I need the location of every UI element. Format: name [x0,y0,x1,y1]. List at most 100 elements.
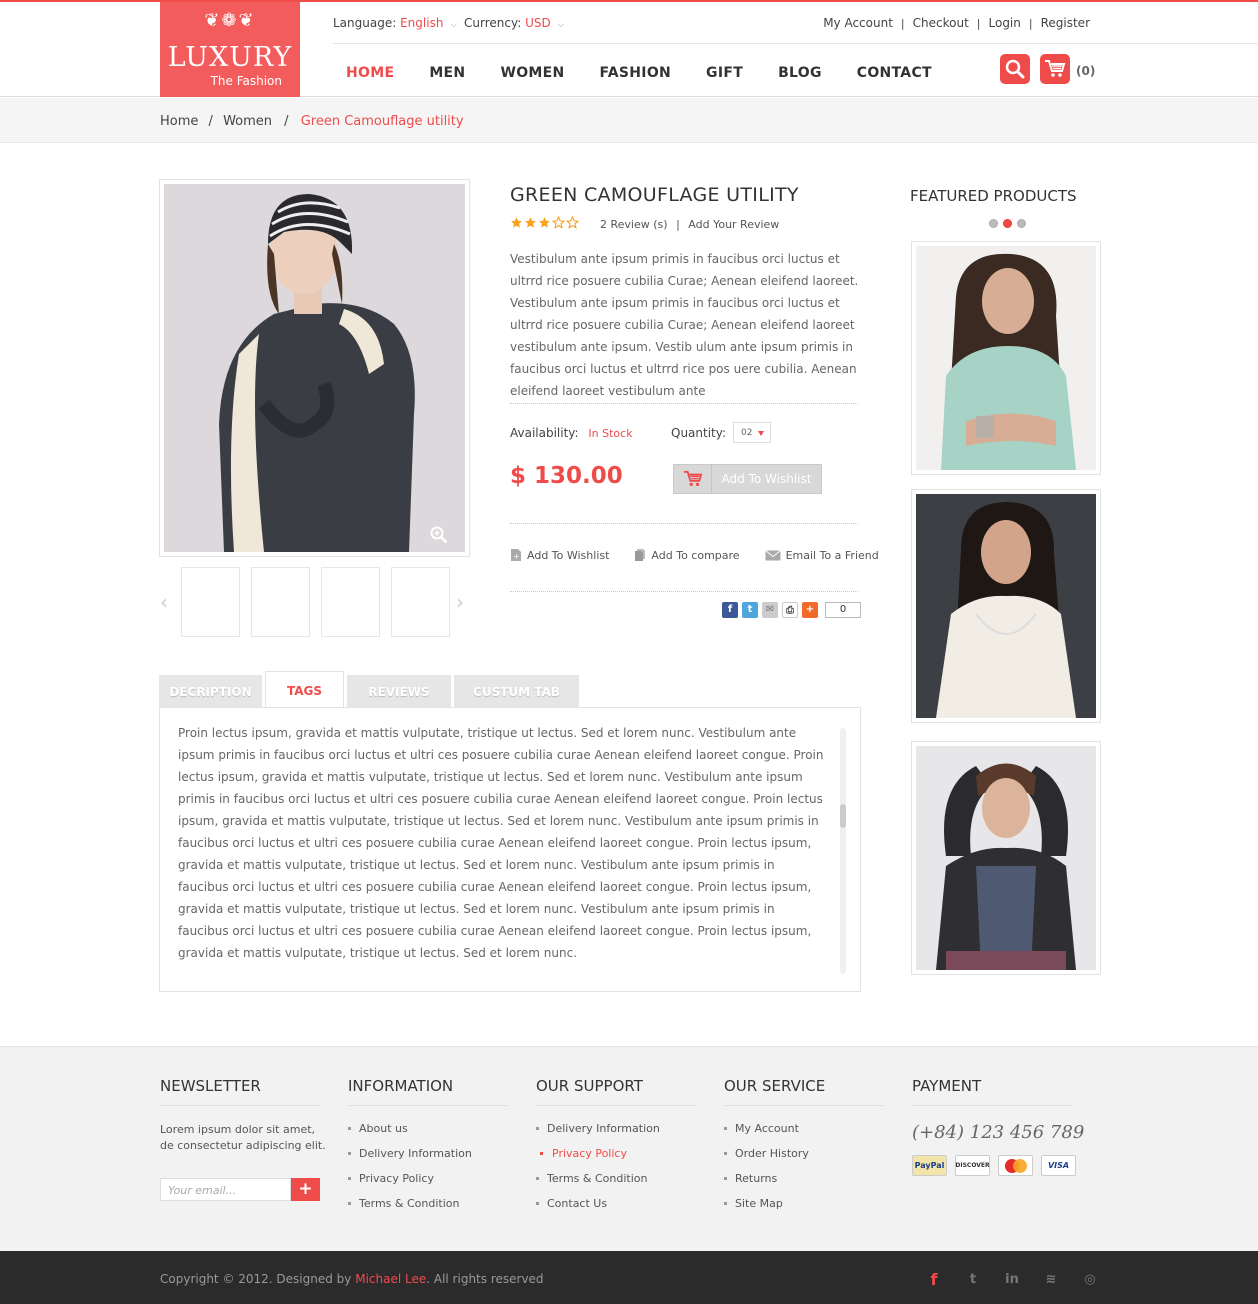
nav-item-men[interactable]: MEN [429,65,465,81]
newsletter-text: Lorem ipsum dolor sit amet, de consectet… [160,1123,326,1152]
footer-link[interactable]: Contact Us [536,1191,696,1216]
tab-description[interactable]: DECRIPTION [159,675,262,708]
twitter-share-icon[interactable]: t [742,602,758,618]
compare-link[interactable]: Add To compare [634,548,740,562]
rights-text: . All rights reserved [426,1272,544,1286]
product-price: $ 130.00 [510,463,623,489]
chevron-down-icon: ⌵ [557,20,565,30]
footer-link[interactable]: Terms & Condition [348,1191,508,1216]
featured-product-2[interactable] [911,489,1101,723]
scrollbar-thumb[interactable] [840,804,846,828]
nav-item-blog[interactable]: BLOG [778,65,822,81]
footer-link[interactable]: Delivery Information [348,1141,508,1166]
breadcrumb-bar: Home / Women / Green Camouflage utility [0,98,1258,143]
tab-custom[interactable]: CUSTUM TAB [454,675,579,708]
footer-link[interactable]: Order History [724,1141,884,1166]
breadcrumb-current: Green Camouflage utility [300,114,464,129]
cart-icon [674,465,712,493]
thumb-prev-icon[interactable]: ‹ [160,590,168,614]
footer-link[interactable]: Terms & Condition [536,1166,696,1191]
separator: | [676,218,680,231]
star-full-icon [525,217,536,228]
add-review-link[interactable]: Add Your Review [688,218,779,231]
featured-product-1[interactable] [911,241,1101,475]
nav-item-gift[interactable]: GIFT [706,65,743,81]
thumb-next-icon[interactable]: › [456,590,464,614]
main-nav: HOME MEN WOMEN FASHION GIFT BLOG CONTACT [346,65,932,81]
more-share-icon[interactable]: + [802,602,818,618]
add-to-wishlist-button[interactable]: Add To Wishlist [673,464,822,494]
thumbnail[interactable] [391,567,450,637]
site-logo[interactable]: ❦❁❦ LUXURY The Fashion [160,2,300,97]
carousel-dot-active[interactable] [1003,219,1012,228]
currency-selector[interactable]: Currency: USD ⌵ [464,16,564,30]
product-main-image[interactable] [159,179,470,557]
tab-tags[interactable]: TAGS [265,671,344,708]
quantity-value: 02 [741,428,753,438]
breadcrumb-separator: / [284,114,289,129]
nav-item-home[interactable]: HOME [346,65,394,81]
footer-link-hovered[interactable]: Privacy Policy [536,1141,696,1166]
copyright: Copyright © 2012. Designed by Michael Le… [160,1272,544,1286]
nav-item-contact[interactable]: CONTACT [857,65,932,81]
quantity-select[interactable]: 02 [733,422,771,443]
print-share-icon[interactable]: ⎙ [782,602,798,618]
email-friend-link[interactable]: Email To a Friend [764,548,879,562]
tab-scrollbar[interactable] [840,728,846,974]
footer-link[interactable]: Site Map [724,1191,884,1216]
tab-content: Proin lectus ipsum, gravida et mattis vu… [178,726,824,960]
breadcrumb-home[interactable]: Home [160,114,198,129]
envelope-icon [764,549,781,560]
product-description: Vestibulum ante ipsum primis in faucibus… [510,252,859,398]
designer-link[interactable]: Michael Lee [355,1272,426,1286]
dribbble-icon[interactable]: ◎ [1082,1272,1098,1287]
twitter-icon[interactable]: t [965,1272,981,1287]
cart-button[interactable] [1040,54,1070,84]
carousel-dot[interactable] [1017,219,1026,228]
tab-reviews[interactable]: REVIEWS [347,675,451,708]
my-account-link[interactable]: My Account [823,16,893,30]
rss-icon[interactable]: ≋ [1043,1272,1059,1287]
breadcrumb-women[interactable]: Women [223,114,272,129]
thumbnail[interactable] [251,567,310,637]
email-friend-label: Email To a Friend [785,548,879,562]
wishlist-link-label: Add To Wishlist [527,548,610,562]
add-to-wishlist-label: Add To Wishlist [721,472,812,486]
nav-item-fashion[interactable]: FASHION [600,65,672,81]
visa-icon: VISA [1041,1155,1076,1176]
logo-subtitle: The Fashion [210,74,282,88]
language-selector[interactable]: Language: English ⌵ [333,16,457,30]
payment-title: PAYMENT [912,1077,1072,1106]
footer-link[interactable]: Delivery Information [536,1116,696,1141]
subscribe-button[interactable]: + [291,1178,320,1201]
footer-link[interactable]: Privacy Policy [348,1166,508,1191]
carousel-dot[interactable] [989,219,998,228]
login-link[interactable]: Login [989,16,1021,30]
email-input[interactable]: Your email... [160,1178,291,1201]
review-count-link[interactable]: 2 Review (s) [600,218,668,231]
wishlist-link[interactable]: + Add To Wishlist [510,548,609,562]
newsletter-column: NEWSLETTER Lorem ipsum dolor sit amet, d… [160,1077,330,1201]
support-column: OUR SUPPORT Delivery Information Privacy… [536,1077,696,1216]
facebook-share-icon[interactable]: f [722,602,738,618]
email-share-icon[interactable]: ✉ [762,602,778,618]
register-link[interactable]: Register [1041,16,1090,30]
separator: | [1028,16,1033,30]
nav-item-women[interactable]: WOMEN [500,65,564,81]
thumbnail[interactable] [181,567,240,637]
facebook-icon[interactable]: f [926,1270,942,1289]
linkedin-icon[interactable]: in [1004,1272,1020,1287]
search-button[interactable] [1000,54,1030,84]
information-title: INFORMATION [348,1077,508,1106]
featured-product-3[interactable] [911,741,1101,975]
thumbnail[interactable] [321,567,380,637]
checkout-link[interactable]: Checkout [913,16,969,30]
review-info: 2 Review (s) | Add Your Review [600,218,779,231]
footer-link[interactable]: Returns [724,1166,884,1191]
currency-label: Currency: [464,16,522,30]
zoom-icon[interactable] [430,526,448,544]
footer-link[interactable]: My Account [724,1116,884,1141]
header-divider [333,43,1258,44]
footer-link[interactable]: About us [348,1116,508,1141]
logo-ornament: ❦❁❦ [204,10,256,31]
